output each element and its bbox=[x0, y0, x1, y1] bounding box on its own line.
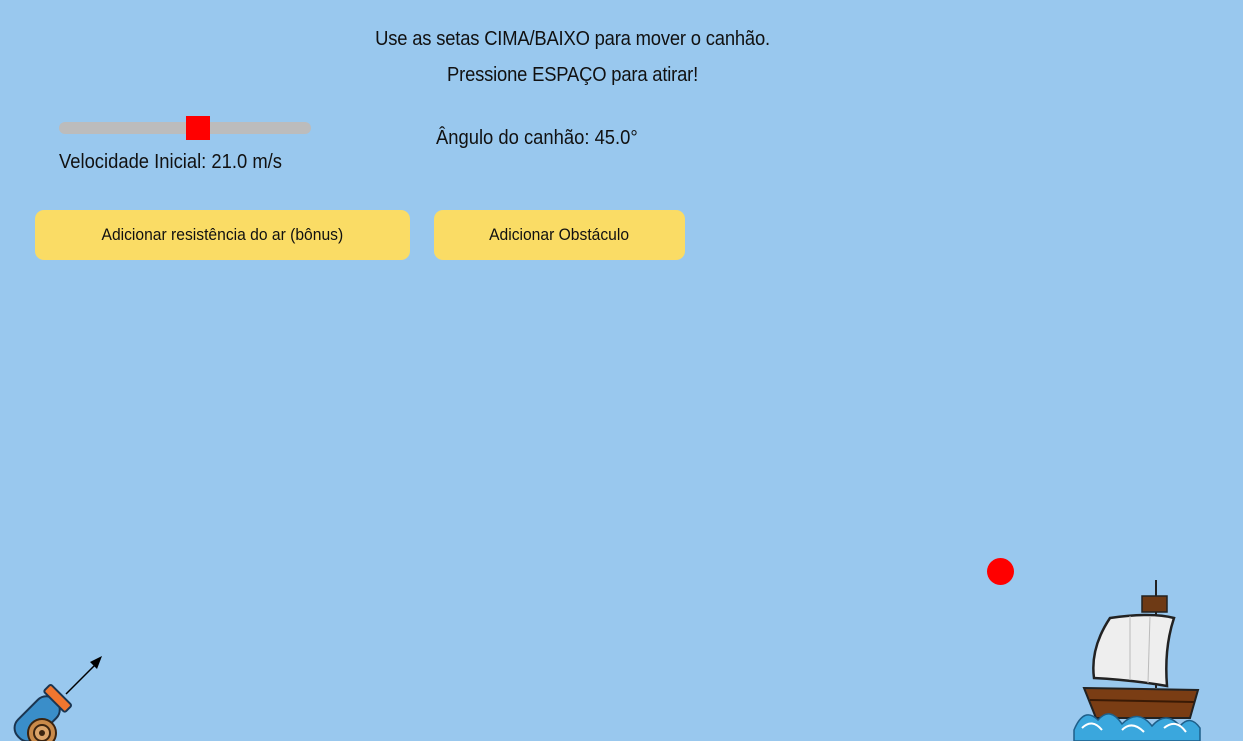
velocity-slider-thumb[interactable] bbox=[186, 116, 210, 140]
angle-label: Ângulo do canhão: 45.0° bbox=[436, 127, 638, 149]
add-obstacle-button[interactable]: Adicionar Obstáculo bbox=[434, 210, 685, 260]
cannonball bbox=[987, 558, 1014, 585]
velocity-slider[interactable] bbox=[59, 116, 311, 140]
add-obstacle-label: Adicionar Obstáculo bbox=[489, 225, 630, 244]
cannon-icon bbox=[13, 684, 72, 741]
pirate-ship-icon bbox=[1073, 580, 1201, 741]
add-air-resistance-label: Adicionar resistência do ar (bônus) bbox=[101, 225, 344, 244]
add-air-resistance-button[interactable]: Adicionar resistência do ar (bônus) bbox=[35, 210, 410, 260]
instruction-fire: Pressione ESPAÇO para atirar! bbox=[447, 64, 699, 86]
velocity-label: Velocidade Inicial: 21.0 m/s bbox=[59, 151, 282, 173]
instruction-move: Use as setas CIMA/BAIXO para mover o can… bbox=[375, 28, 770, 50]
